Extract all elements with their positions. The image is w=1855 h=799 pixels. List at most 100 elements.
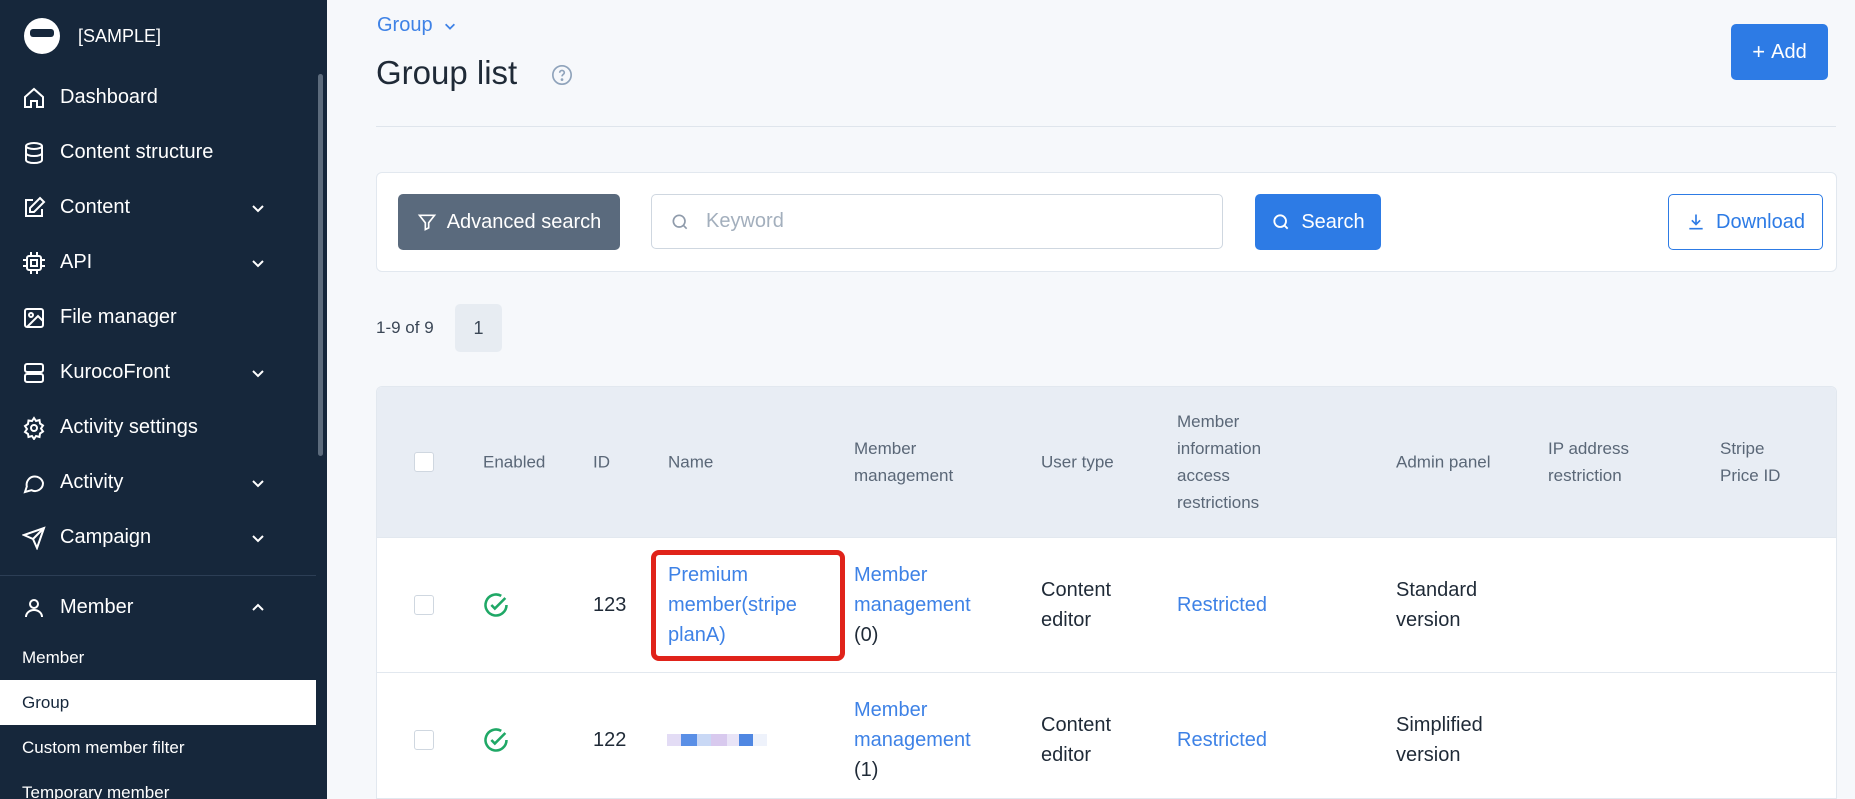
download-button-label: Download: [1716, 210, 1805, 233]
table-row: 123 Premium member(stripe planA) Member …: [377, 537, 1836, 672]
col-name: Name: [668, 452, 714, 472]
sidebar-item-label: Activity settings: [60, 416, 198, 438]
chevron-down-icon: [252, 204, 264, 212]
cell-line: Standard: [1396, 579, 1478, 601]
sidebar-subitem-group[interactable]: Group: [0, 680, 316, 725]
col-line: restriction: [1548, 466, 1622, 485]
member-management-link[interactable]: Member management: [854, 695, 971, 755]
col-id: ID: [593, 452, 610, 472]
page-title: Group list: [376, 54, 518, 91]
col-line: IP address: [1548, 439, 1629, 458]
advanced-search-label: Advanced search: [446, 210, 602, 233]
row-checkbox[interactable]: [414, 730, 434, 750]
col-admin-panel: Admin panel: [1396, 452, 1491, 472]
add-button-label: Add: [1771, 40, 1807, 63]
highlight-box: [651, 550, 845, 661]
col-member-info-restrictions: Member information access restrictions: [1177, 408, 1261, 516]
breadcrumb-label: Group: [377, 14, 433, 36]
brand[interactable]: [SAMPLE]: [24, 16, 161, 56]
sidebar-item-file-manager[interactable]: File manager: [0, 290, 316, 345]
sidebar-nav: Dashboard Content structure Content API …: [0, 70, 316, 799]
sidebar-item-label: Dashboard: [60, 86, 158, 108]
chevron-down-icon: [444, 23, 455, 30]
sidebar-item-member[interactable]: Member: [0, 580, 316, 635]
col-line: Stripe: [1720, 439, 1765, 458]
select-all-checkbox[interactable]: [414, 452, 434, 472]
sidebar-item-content[interactable]: Content: [0, 180, 316, 235]
page-button-current[interactable]: 1: [455, 304, 502, 352]
sidebar-item-activity-settings[interactable]: Activity settings: [0, 400, 316, 455]
search-button-label: Search: [1301, 210, 1365, 233]
send-icon: [22, 525, 46, 550]
search-panel: Advanced search Search Download: [376, 172, 1837, 272]
chevron-down-icon: [252, 369, 264, 377]
sidebar: [SAMPLE] Dashboard Content structure Con…: [0, 0, 327, 799]
cell-line: version: [1396, 744, 1461, 766]
row-id: 122: [593, 729, 627, 751]
user-type-cell: Content editor: [1041, 575, 1111, 635]
cell-line: Content: [1041, 714, 1112, 736]
database-icon: [25, 141, 43, 164]
member-management-cell: Member management (1): [854, 695, 971, 785]
search-button[interactable]: Search: [1255, 194, 1381, 250]
help-icon[interactable]: [551, 64, 573, 86]
restricted-link[interactable]: Restricted: [1177, 725, 1267, 755]
image-icon: [24, 307, 44, 328]
download-icon: [1689, 214, 1703, 230]
col-line: access: [1177, 466, 1230, 485]
header-divider: [376, 126, 1836, 127]
restricted-link[interactable]: Restricted: [1177, 590, 1267, 620]
home-icon: [24, 87, 44, 108]
row-checkbox[interactable]: [414, 595, 434, 615]
col-line: Member: [854, 439, 917, 458]
check-circle-icon: [484, 593, 508, 617]
plus-icon: +: [1752, 39, 1766, 64]
admin-panel-cell: Standard version: [1396, 575, 1477, 635]
search-icon: [672, 214, 688, 229]
col-line: management: [854, 466, 954, 485]
sidebar-item-label: File manager: [60, 306, 177, 328]
member-management-cell: Member management (0): [854, 560, 971, 650]
sidebar-item-label: Content: [60, 196, 131, 218]
col-line: Member: [1177, 412, 1240, 431]
server-icon: [24, 362, 44, 383]
col-user-type: User type: [1041, 452, 1114, 472]
sidebar-item-kurocofront[interactable]: KurocoFront: [0, 345, 316, 400]
advanced-search-button[interactable]: Advanced search: [398, 194, 620, 250]
sidebar-item-dashboard[interactable]: Dashboard: [0, 70, 316, 125]
member-count: (1): [854, 759, 879, 781]
add-button[interactable]: + Add: [1731, 24, 1828, 80]
main-content: Group Group list + Add Advanced search S…: [327, 0, 1855, 799]
member-management-link[interactable]: Member management: [854, 560, 971, 620]
download-button[interactable]: Download: [1668, 194, 1823, 250]
breadcrumb[interactable]: Group: [377, 14, 457, 37]
sidebar-item-activity[interactable]: Activity: [0, 455, 316, 510]
chevron-down-icon: [252, 479, 264, 487]
filter-icon: [417, 214, 436, 231]
col-enabled: Enabled: [483, 452, 546, 472]
sidebar-item-api[interactable]: API: [0, 235, 316, 290]
table-header: Enabled ID Name Member management User t…: [377, 387, 1836, 537]
sidebar-subitem-temporary-member[interactable]: Temporary member: [0, 770, 316, 799]
sidebar-subitem-member[interactable]: Member: [0, 635, 316, 680]
blurred-group-name[interactable]: [667, 734, 775, 746]
row-id: 123: [593, 594, 627, 616]
col-ip-restriction: IP address restriction: [1548, 435, 1629, 489]
group-table: Enabled ID Name Member management User t…: [376, 386, 1837, 799]
search-icon: [1273, 214, 1289, 230]
user-icon: [25, 598, 43, 617]
keyword-input[interactable]: [706, 210, 1206, 233]
chevron-up-icon: [252, 603, 264, 611]
sidebar-scrollbar[interactable]: [318, 74, 323, 456]
cell-line: editor: [1041, 744, 1092, 766]
sidebar-item-campaign[interactable]: Campaign: [0, 510, 316, 565]
sidebar-item-content-structure[interactable]: Content structure: [0, 125, 316, 180]
cell-line: Simplified: [1396, 714, 1483, 736]
sidebar-item-label: KurocoFront: [60, 361, 171, 383]
keyword-search-box[interactable]: [651, 194, 1223, 249]
cpu-icon: [23, 251, 45, 274]
link-line: Member: [854, 564, 928, 586]
sidebar-subitem-custom-member-filter[interactable]: Custom member filter: [0, 725, 316, 770]
cell-line: version: [1396, 609, 1461, 631]
sidebar-divider: [0, 575, 316, 576]
